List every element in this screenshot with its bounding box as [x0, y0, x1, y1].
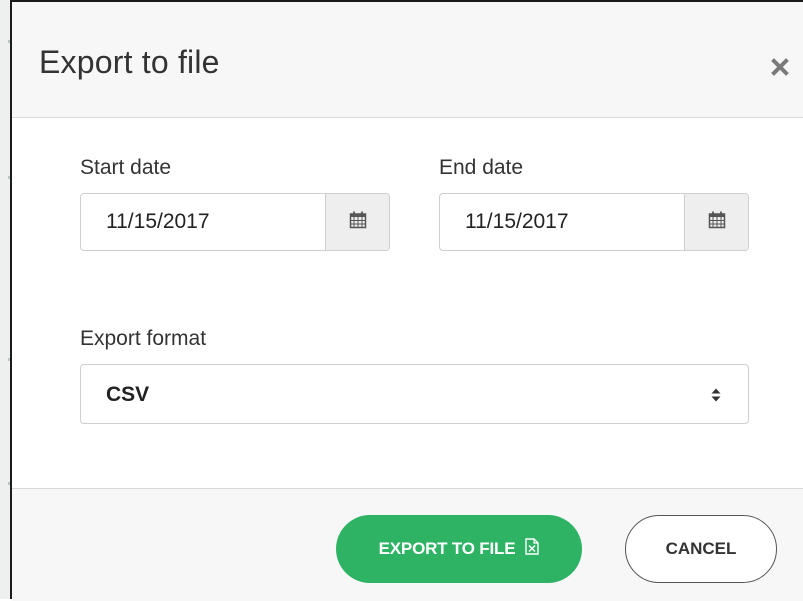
- start-date-picker-button[interactable]: [325, 194, 389, 250]
- export-format-label: Export format: [80, 327, 207, 350]
- export-dialog: Export to file Start date 11/15/2017 End…: [10, 0, 803, 601]
- cancel-button[interactable]: CANCEL: [625, 515, 777, 583]
- export-format-select[interactable]: CSV: [80, 364, 749, 424]
- calendar-icon: [708, 211, 726, 234]
- calendar-icon: [349, 211, 367, 234]
- sort-caret-icon: [710, 386, 722, 409]
- end-date-input[interactable]: [440, 194, 686, 250]
- close-button[interactable]: [767, 54, 793, 80]
- page-frame: Export to file Start date 11/15/2017 End…: [0, 0, 803, 601]
- export-button-label: EXPORT TO FILE: [378, 539, 516, 558]
- start-date-label: Start date: [80, 156, 172, 179]
- dialog-footer: EXPORT TO FILE CANCEL: [12, 488, 803, 601]
- close-icon: [767, 54, 793, 80]
- export-to-file-button[interactable]: EXPORT TO FILE: [336, 515, 582, 583]
- dialog-title: Export to file: [39, 44, 220, 80]
- start-date-input[interactable]: [81, 194, 327, 250]
- end-date-label: End date: [439, 156, 524, 179]
- background-strip: [0, 0, 10, 599]
- dialog-header: Export to file: [12, 2, 803, 118]
- end-date-picker-button[interactable]: [684, 194, 748, 250]
- start-date-group: [80, 193, 390, 251]
- excel-file-icon: [525, 538, 540, 560]
- export-format-value: CSV: [106, 383, 150, 406]
- end-date-group: [439, 193, 749, 251]
